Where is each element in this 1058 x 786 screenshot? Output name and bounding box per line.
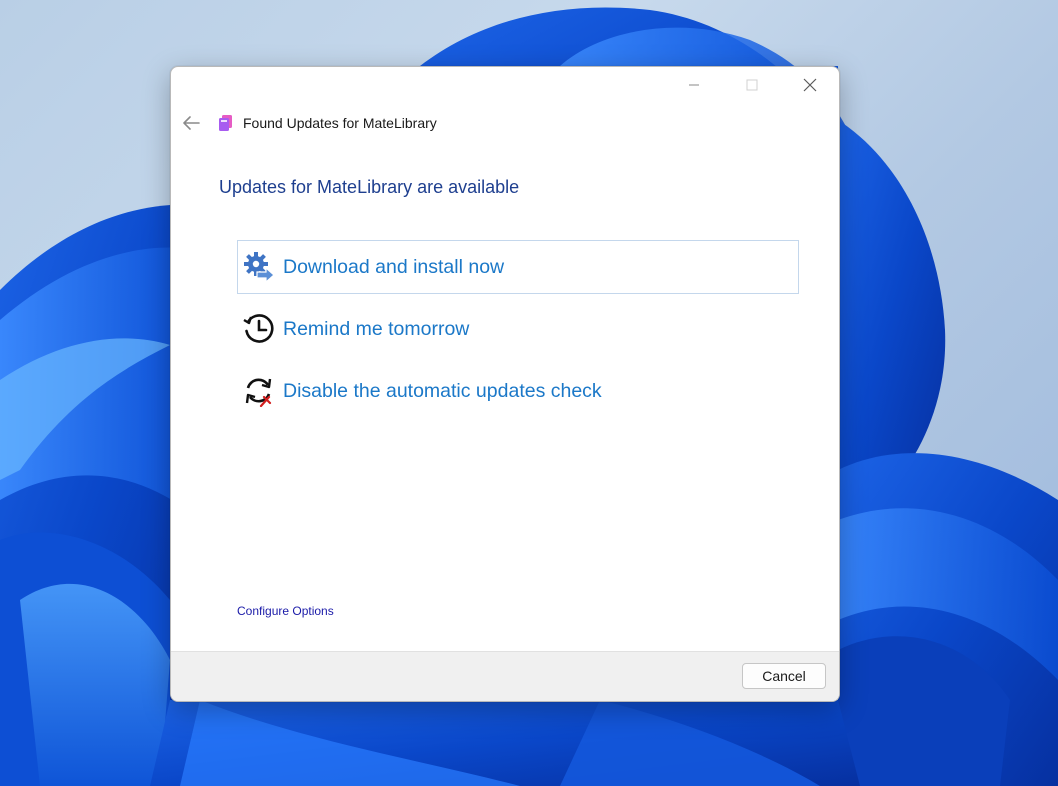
- gear-arrow-icon: [242, 250, 276, 284]
- maximize-button[interactable]: [723, 67, 781, 103]
- option-label: Download and install now: [283, 255, 505, 278]
- cancel-button[interactable]: Cancel: [742, 663, 826, 689]
- back-arrow-icon: [183, 116, 200, 130]
- window-controls: [665, 67, 839, 103]
- dialog-footer: Cancel: [171, 651, 839, 701]
- close-button[interactable]: [781, 67, 839, 103]
- close-icon: [803, 78, 817, 92]
- clock-history-icon: [242, 312, 276, 346]
- download-install-option[interactable]: Download and install now: [237, 240, 799, 294]
- remind-tomorrow-option[interactable]: Remind me tomorrow: [237, 302, 799, 356]
- dialog-heading: Updates for MateLibrary are available: [219, 177, 520, 197]
- minimize-icon: [689, 84, 699, 86]
- disable-updates-check-option[interactable]: Disable the automatic updates check: [237, 364, 799, 418]
- configure-options-link[interactable]: Configure Options: [237, 604, 334, 618]
- back-button[interactable]: [179, 111, 203, 135]
- window-title: Found Updates for MateLibrary: [243, 115, 437, 131]
- update-dialog: Found Updates for MateLibrary Updates fo…: [170, 66, 840, 702]
- option-label: Remind me tomorrow: [283, 317, 470, 340]
- minimize-button[interactable]: [665, 67, 723, 103]
- matelibrary-app-icon: [219, 115, 232, 131]
- option-label: Disable the automatic updates check: [283, 379, 602, 402]
- maximize-icon: [746, 79, 758, 91]
- sync-disabled-icon: [242, 374, 276, 408]
